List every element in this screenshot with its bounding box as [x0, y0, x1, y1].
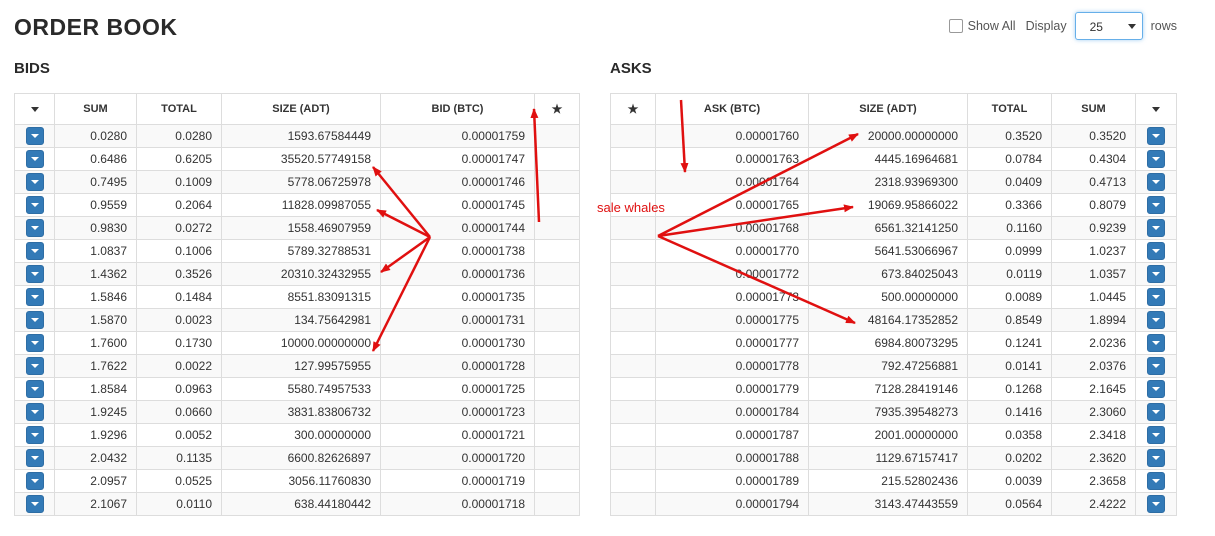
arrow-to-bid-row-10 [371, 236, 432, 352]
sale-whales-annotation: sale whales [597, 200, 665, 215]
arrow-to-bid-row-2 [372, 166, 431, 238]
arrow-to-bid-row-4 [376, 208, 431, 239]
arrow-to-bid-row-7 [380, 235, 431, 274]
arrow-up-to-star [530, 108, 541, 223]
arrow-to-ask-row-9 [657, 234, 856, 325]
annotation-arrows [371, 99, 859, 352]
arrow-down-asks [679, 99, 689, 173]
